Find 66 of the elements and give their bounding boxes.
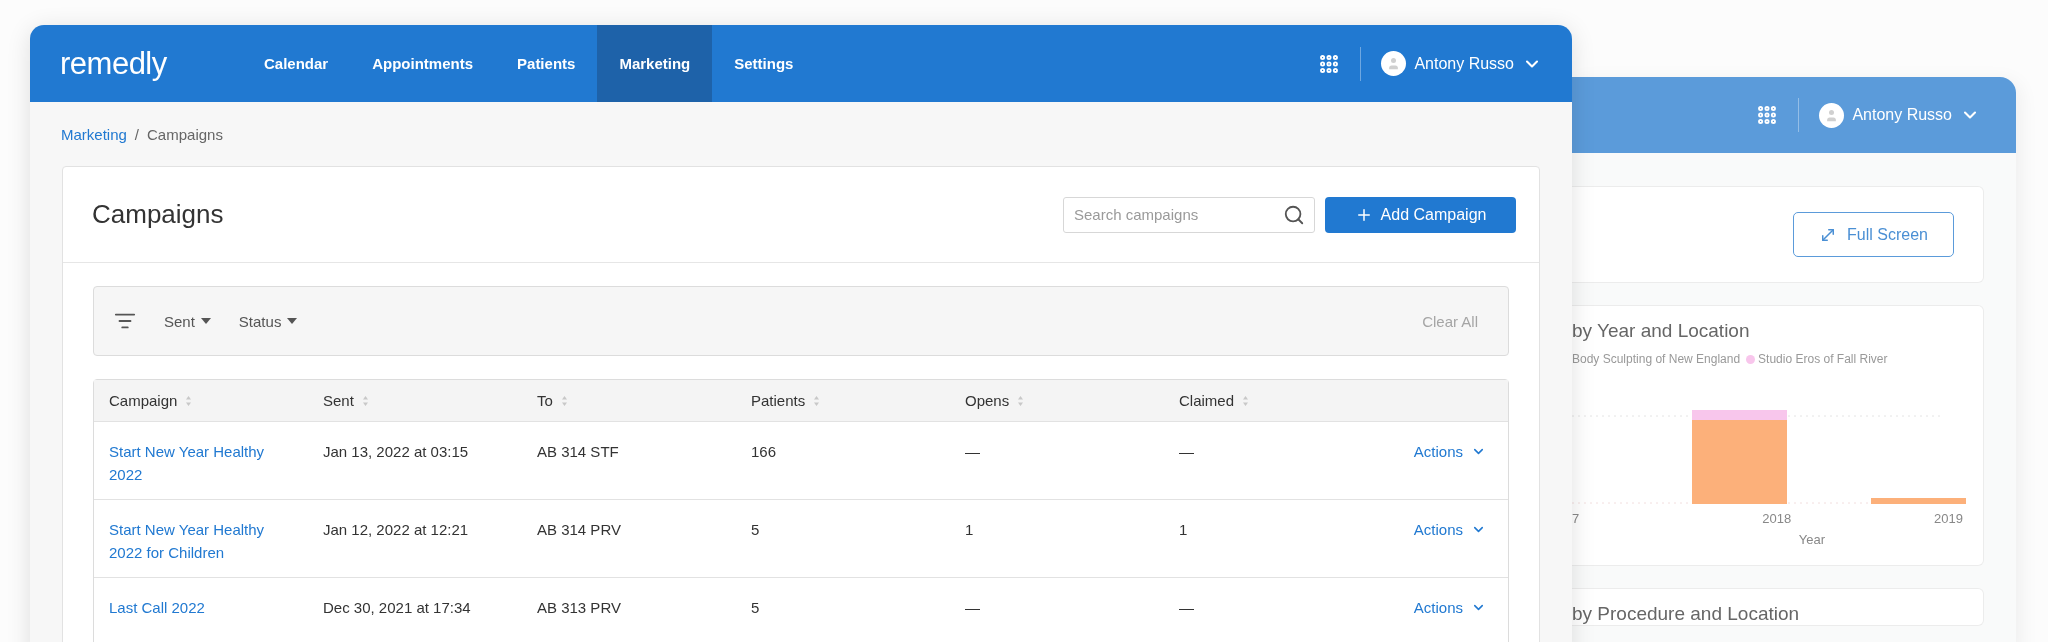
- table-cell-text: Dec 30, 2021 at 17:34: [322, 598, 472, 618]
- actions-dropdown[interactable]: Actions: [1413, 596, 1486, 619]
- column-header: Opens: [965, 392, 1010, 409]
- actions-dropdown[interactable]: Actions: [1413, 518, 1486, 541]
- caret-icon: [287, 318, 298, 324]
- sort-icon[interactable]: [813, 394, 821, 407]
- filter-dropdown[interactable]: Sent: [164, 312, 211, 330]
- legend-item: Studio Eros of Fall River: [1746, 352, 1888, 366]
- table-cell-text: AB 314 PRV: [536, 520, 622, 540]
- table-cell-text: AB 313 PRV: [536, 598, 622, 618]
- search-field[interactable]: Search campaigns: [1063, 196, 1315, 233]
- full-screen-button[interactable]: Full Screen: [1793, 212, 1954, 257]
- nav-tab[interactable]: Settings: [712, 25, 816, 102]
- chart-title: by Procedure and Location: [1572, 602, 1801, 625]
- breadcrumb-link[interactable]: Marketing: [61, 125, 127, 143]
- nav-tab[interactable]: Patients: [495, 25, 598, 102]
- table-cell-text: 166: [750, 442, 778, 462]
- clear-all-button[interactable]: Clear All: [1416, 311, 1484, 331]
- table-cell-text: 1: [964, 520, 975, 540]
- sort-icon[interactable]: [1017, 394, 1025, 407]
- table-cell-text: —: [964, 598, 981, 618]
- add-campaign-button[interactable]: Add Campaign: [1325, 196, 1516, 233]
- column-header: Claimed: [1179, 392, 1235, 409]
- sort-icon[interactable]: [1242, 394, 1250, 407]
- app-logo[interactable]: remedly: [60, 25, 242, 102]
- table-cell-text: Jan 13, 2022 at 03:15: [322, 442, 470, 462]
- campaign-link[interactable]: Start New Year Healthy 2022: [109, 440, 290, 486]
- table-cell-text: 5: [750, 598, 761, 618]
- breadcrumb-separator: /: [134, 125, 140, 143]
- caret-icon: [200, 318, 211, 324]
- column-header: Patients: [751, 392, 806, 409]
- table-cell-text: —: [1178, 442, 1195, 462]
- table-cell-text: AB 314 STF: [536, 442, 620, 462]
- filter-dropdown[interactable]: Status: [238, 312, 298, 330]
- table-cell-text: 5: [750, 520, 761, 540]
- campaign-link[interactable]: Last Call 2022: [109, 596, 290, 619]
- user-menu[interactable]: Antony Russo: [1381, 51, 1542, 76]
- axis-label: 7: [1572, 511, 1580, 526]
- sort-icon[interactable]: [361, 394, 369, 407]
- axis-title: Year: [1797, 531, 1826, 549]
- avatar-icon: [1381, 51, 1407, 76]
- column-header: To: [537, 392, 553, 409]
- actions-dropdown[interactable]: Actions: [1413, 440, 1486, 463]
- legend-item: Body Sculpting of New England: [1572, 352, 1741, 366]
- campaign-link[interactable]: Start New Year Healthy 2022 for Children: [109, 518, 290, 564]
- user-menu[interactable]: Antony Russo: [1819, 102, 1980, 128]
- apps-grid-icon[interactable]: [1318, 52, 1341, 75]
- page-title: Campaigns: [92, 199, 225, 230]
- chart-title: by Year and Location: [1572, 319, 1751, 342]
- axis-label: 2018: [1762, 511, 1792, 526]
- axis-label: 2019: [1934, 511, 1963, 526]
- table-cell-text: —: [1178, 598, 1195, 618]
- sort-icon[interactable]: [185, 394, 193, 407]
- sort-icon[interactable]: [560, 394, 568, 407]
- nav-tab[interactable]: Appointments: [350, 25, 496, 102]
- column-header: Sent: [323, 392, 354, 409]
- avatar-icon: [1819, 102, 1845, 128]
- search-icon: [1283, 203, 1305, 226]
- table-cell-text: Jan 12, 2022 at 12:21: [322, 520, 470, 540]
- table-cell-text: —: [964, 442, 981, 462]
- column-header: Campaign: [109, 392, 178, 409]
- nav-tab[interactable]: Marketing: [597, 25, 713, 102]
- breadcrumb-current: Campaigns: [147, 125, 223, 143]
- nav-tab[interactable]: Calendar: [242, 25, 351, 102]
- apps-grid-icon[interactable]: [1756, 104, 1779, 126]
- table-cell-text: 1: [1178, 520, 1189, 540]
